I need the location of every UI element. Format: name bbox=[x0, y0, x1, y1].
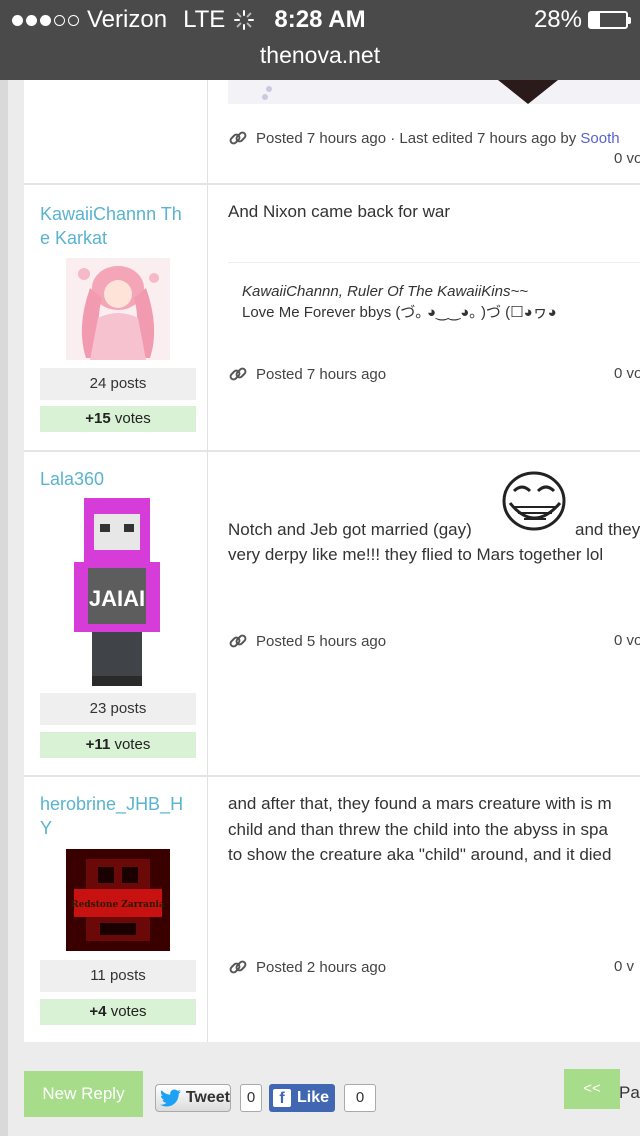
post-meta-text: Posted 2 hours ago bbox=[256, 958, 387, 976]
post-count: 24 posts bbox=[40, 368, 196, 400]
link-icon[interactable] bbox=[228, 631, 248, 651]
signature-line: KawaiiChannn, Ruler Of The KawaiiKins~~ bbox=[242, 283, 528, 300]
post-meta-text: Posted 5 hours ago bbox=[256, 632, 387, 650]
post-meta: Posted 7 hours ago · Last edited 7 hours… bbox=[228, 128, 620, 148]
post-divider bbox=[24, 450, 640, 452]
post-meta: Posted 5 hours ago bbox=[228, 631, 386, 651]
like-label: Like bbox=[297, 1089, 330, 1106]
facebook-icon: f bbox=[273, 1089, 291, 1107]
post-count: 23 posts bbox=[40, 693, 196, 725]
tweet-label: Tweet bbox=[185, 1089, 230, 1106]
left-edge bbox=[0, 0, 8, 1136]
signature: KawaiiChannn, Ruler Of The KawaiiKins~~ … bbox=[228, 262, 640, 337]
page-url[interactable]: thenova.net bbox=[0, 42, 640, 69]
link-icon[interactable] bbox=[228, 128, 248, 148]
vote-count[interactable]: 0 vo bbox=[614, 150, 640, 167]
troll-face-image bbox=[498, 467, 570, 537]
vote-count[interactable]: 0 vo bbox=[614, 632, 640, 649]
post-divider bbox=[24, 183, 640, 185]
avatar[interactable]: JAIAI bbox=[72, 496, 162, 688]
username-link[interactable]: Lala360 bbox=[40, 467, 190, 491]
link-icon[interactable] bbox=[228, 957, 248, 977]
link-icon[interactable] bbox=[228, 364, 248, 384]
like-count: 0 bbox=[344, 1084, 376, 1112]
post-image-partial bbox=[228, 80, 640, 104]
avatar-caption: Redstone Zarrania bbox=[71, 900, 165, 910]
previous-page-button[interactable]: << bbox=[564, 1069, 620, 1109]
post-meta: Posted 2 hours ago bbox=[228, 957, 386, 977]
tweet-button[interactable]: Tweet bbox=[155, 1084, 231, 1112]
vote-count[interactable]: 0 v bbox=[614, 958, 634, 975]
signature-line: Love Me Forever bbys (づ｡ ◕‿‿◕｡ )づ (☐◕ヮ◕ bbox=[242, 304, 557, 321]
battery-percent: 28% bbox=[533, 6, 582, 33]
post-body-line: child and than threw the child into the … bbox=[228, 820, 608, 839]
post-body-line: very derpy like me!!! they flied to Mars… bbox=[228, 545, 604, 564]
editor-link[interactable]: Sooth bbox=[580, 130, 619, 147]
vote-count[interactable]: 0 vo bbox=[614, 365, 640, 382]
new-reply-button[interactable]: New Reply bbox=[24, 1071, 143, 1117]
post-meta-text: Posted 7 hours ago bbox=[256, 365, 387, 383]
post-divider bbox=[24, 775, 640, 777]
svg-text:JAIAI: JAIAI bbox=[89, 586, 145, 611]
username-link[interactable]: herobrine_JHB_HY bbox=[40, 792, 190, 840]
user-votes: +4 votes bbox=[40, 999, 196, 1025]
facebook-like-button[interactable]: f Like bbox=[269, 1084, 335, 1112]
post-body-line: and they bbox=[575, 520, 640, 539]
avatar[interactable] bbox=[66, 258, 170, 360]
pagination-label[interactable]: Pa bbox=[619, 1083, 640, 1103]
tweet-count: 0 bbox=[240, 1084, 262, 1112]
post-count: 11 posts bbox=[40, 960, 196, 992]
twitter-bird-icon bbox=[160, 1089, 181, 1107]
user-votes: +15 votes bbox=[40, 406, 196, 432]
post-meta: Posted 7 hours ago bbox=[228, 364, 386, 384]
battery-icon bbox=[588, 11, 631, 29]
post-body-line: to show the creature aka "child" around,… bbox=[228, 845, 612, 864]
user-votes: +11 votes bbox=[40, 732, 196, 758]
column-divider bbox=[207, 80, 208, 1042]
username-link[interactable]: KawaiiChannn The Karkat bbox=[40, 202, 190, 250]
avatar[interactable]: Redstone Zarrania bbox=[66, 849, 170, 951]
post-body: And Nixon came back for war bbox=[228, 202, 451, 221]
status-bar: Verizon LTE 8:28 AM 28% thenova.net bbox=[0, 0, 640, 80]
post-body-line: and after that, they found a mars creatu… bbox=[228, 794, 612, 813]
post-meta-text: Posted 7 hours ago · Last edited 7 hours… bbox=[256, 129, 581, 147]
